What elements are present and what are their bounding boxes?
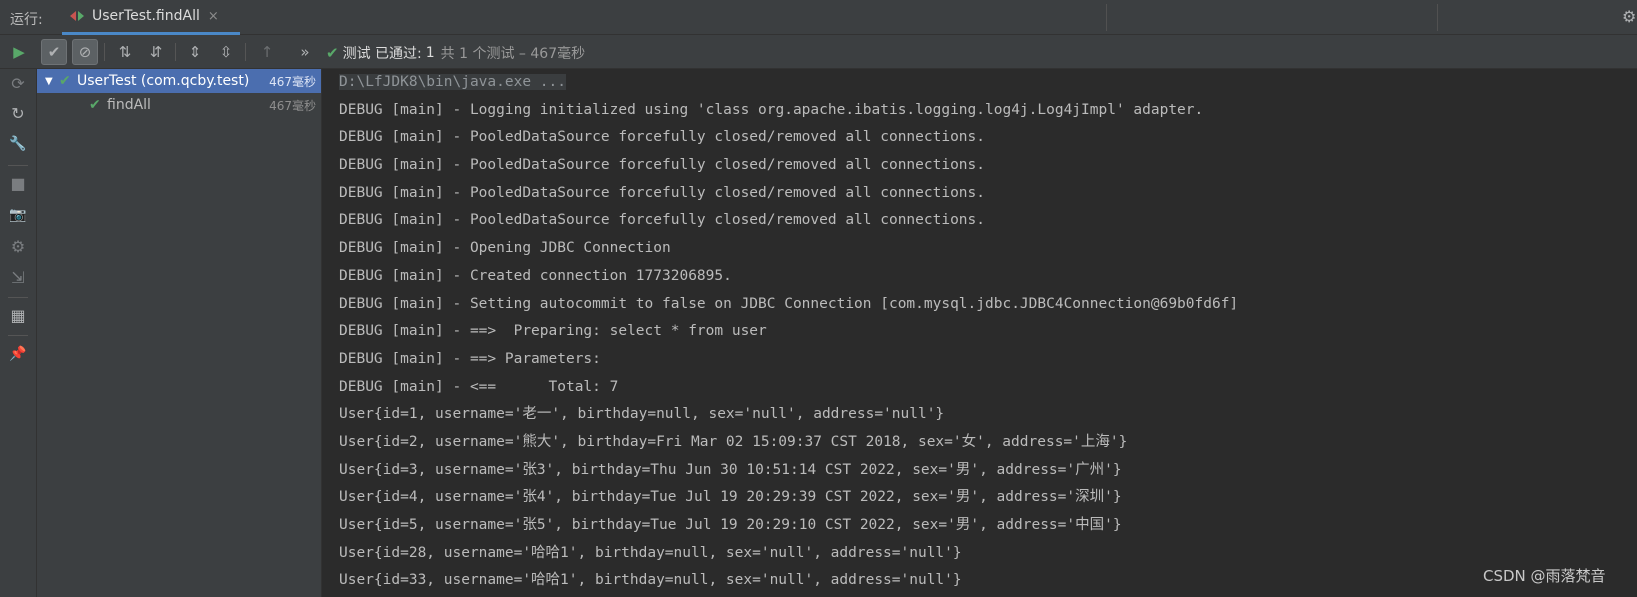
prev-failed-button[interactable]: ↑ [254,39,280,65]
toggle-autotest-icon[interactable]: ↻ [6,101,30,125]
toolbar-separator [175,43,176,61]
console-line: DEBUG [main] - Setting autocommit to fal… [339,295,1239,312]
passed-count: 1 [425,45,435,61]
arrow-up-icon: ↑ [260,43,274,61]
test-status: ✔ 测试 已通过: 1 共 1 个测试 – 467毫秒 [326,43,585,63]
sort-alpha-icon: ⇅ [118,43,132,61]
import-icon[interactable]: ⇲ [6,265,30,289]
check-icon: ✔ [47,43,61,61]
console-line: User{id=28, username='哈哈1', birthday=nul… [339,544,962,561]
console-line: DEBUG [main] - ==> Preparing: select * f… [339,323,767,340]
rerun-failed-icon[interactable]: ⟳ [6,71,30,95]
layout-icon[interactable]: ▦ [6,303,30,327]
expand-all-icon: ⇕ [188,43,202,61]
play-icon: ▶ [13,43,25,61]
check-icon: ✔ [89,97,101,113]
double-chevron-icon: » [300,43,310,61]
console-line: DEBUG [main] - <== Total: 7 [339,378,619,395]
wrench-icon[interactable]: 🔧 [6,132,30,156]
toolbar-separator [245,43,246,61]
check-icon: ✔ [59,73,71,89]
console-line: User{id=1, username='老一', birthday=null,… [339,406,945,423]
console-line: DEBUG [main] - Created connection 177320… [339,267,732,284]
tree-node-duration: 467毫秒 [269,74,316,89]
console-line: User{id=33, username='哈哈1', birthday=nul… [339,572,962,589]
show-passed-toggle[interactable]: ✔ [41,39,67,65]
run-label: 运行: [10,12,43,28]
tree-node-duration: 467毫秒 [269,98,316,113]
console-line: User{id=2, username='熊大', birthday=Fri M… [339,433,1128,450]
tree-node-label: findAll [107,97,151,113]
console-line: DEBUG [main] - Opening JDBC Connection [339,240,671,257]
run-side-toolbar: ⟳ ↻ 🔧 ■ 📷 ⚙ ⇲ ▦ 📌 [0,69,37,597]
chevron-down-icon[interactable]: ▼ [45,76,59,87]
header-divider [1106,4,1107,31]
console-line: DEBUG [main] - Logging initialized using… [339,101,1204,118]
sidebar-separator [8,297,28,298]
rerun-button[interactable]: ▶ [6,39,32,65]
settings-gear-icon[interactable]: ⚙ [6,234,30,258]
gear-icon[interactable]: ⚙ [1622,7,1636,26]
console-line: D:\LfJDK8\bin\java.exe ... [339,69,1238,97]
console-line: DEBUG [main] - PooledDataSource forceful… [339,157,986,174]
console-line: DEBUG [main] - PooledDataSource forceful… [339,129,986,146]
console-line: DEBUG [main] - PooledDataSource forceful… [339,184,986,201]
test-runner-toolbar: ▶ ✔ ⊘ ⇅ ⇵ ⇕ ⇳ ↑ » ✔ 测试 已通过: 1 共 1 个测试 – … [0,35,1637,69]
tree-node-label: UserTest (com.qcby.test) [77,73,250,89]
tree-node-usertest[interactable]: ▼ ✔ UserTest (com.qcby.test) 467毫秒 [37,69,321,93]
sidebar-separator [8,165,28,166]
console-line: User{id=4, username='张4', birthday=Tue J… [339,489,1122,506]
status-detail: 共 1 个测试 – 467毫秒 [440,46,586,62]
header-divider [1437,4,1438,31]
pin-icon[interactable]: 📌 [6,342,30,366]
check-icon: ✔ [326,44,339,62]
tree-node-findall[interactable]: ✔ findAll 467毫秒 [37,93,321,117]
more-button[interactable]: » [292,39,318,65]
sort-duration-icon: ⇵ [149,43,163,61]
console-line: User{id=5, username='张5', birthday=Tue J… [339,517,1122,533]
csdn-watermark: CSDN @雨落梵音 [1483,567,1606,585]
tab-usertest-findall[interactable]: UserTest.findAll × [62,0,240,35]
sort-duration-button[interactable]: ⇵ [143,39,169,65]
stop-icon[interactable]: ■ [6,171,30,195]
tab-title: UserTest.findAll [92,8,200,24]
console-output[interactable]: D:\LfJDK8\bin\java.exe ... DEBUG [main] … [322,69,1637,597]
prohibit-icon: ⊘ [78,43,92,61]
console-line: DEBUG [main] - PooledDataSource forceful… [339,212,986,229]
collapse-all-icon: ⇳ [219,43,233,61]
run-tool-window-header: 运行: UserTest.findAll × ⚙ [0,0,1637,35]
toolbar-separator [104,43,105,61]
console-line: DEBUG [main] - ==> Parameters: [339,350,610,367]
collapse-all-button[interactable]: ⇳ [213,39,239,65]
close-icon[interactable]: × [208,9,219,24]
command-line-text[interactable]: D:\LfJDK8\bin\java.exe ... [339,74,566,90]
console-line: User{id=3, username='张3', birthday=Thu J… [339,461,1122,478]
expand-all-button[interactable]: ⇕ [182,39,208,65]
sort-alpha-button[interactable]: ⇅ [112,39,138,65]
camera-icon[interactable]: 📷 [6,203,30,227]
sidebar-separator [8,335,28,336]
test-results-tree: ▼ ✔ UserTest (com.qcby.test) 467毫秒 ✔ fin… [37,69,322,597]
show-ignored-toggle[interactable]: ⊘ [72,39,98,65]
status-label: 测试 已通过: [342,46,422,62]
run-config-icon [70,11,84,21]
